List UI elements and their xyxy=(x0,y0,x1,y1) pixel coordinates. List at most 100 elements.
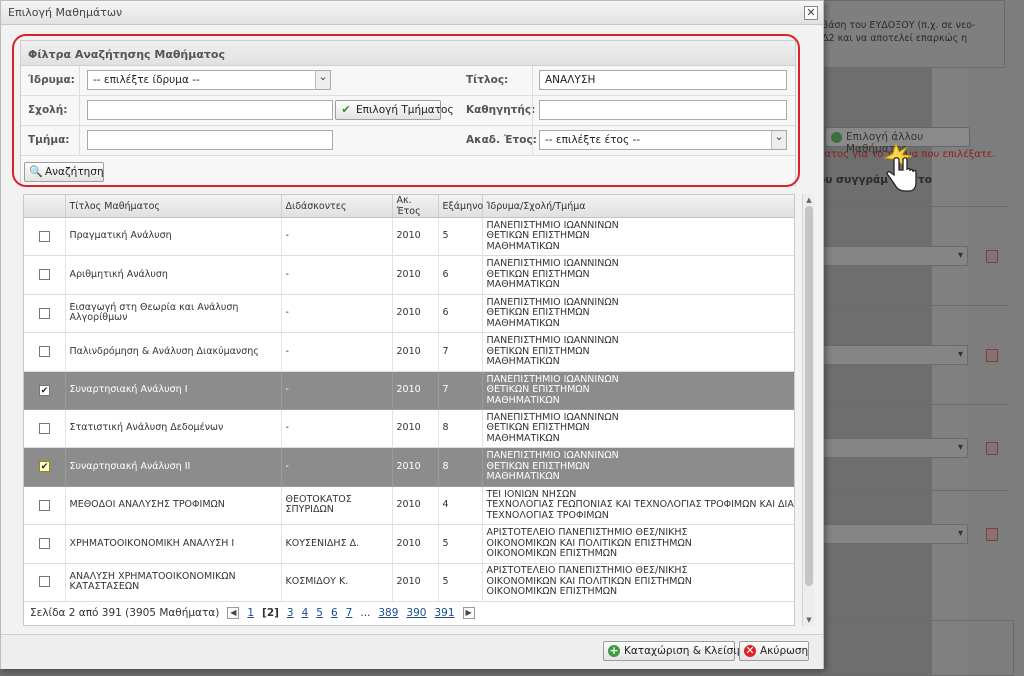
delete-icon[interactable] xyxy=(986,528,998,541)
divider xyxy=(532,126,533,156)
course-institution: ΠΑΝΕΠΙΣΤΗΜΙΟ ΙΩΑΝΝΙΝΩΝ ΘΕΤΙΚΩΝ ΕΠΙΣΤΗΜΩΝ Μ… xyxy=(482,332,794,372)
course-title: Παλινδρόμηση & Ανάλυση Διακύμανσης xyxy=(65,332,282,372)
course-teachers: - xyxy=(281,255,393,295)
row-select-cell xyxy=(24,524,66,564)
table-row[interactable]: Αριθμητική Ανάλυση -2010 6 ΠΑΝΕΠΙΣΤΗΜΙΟ ΙΩΑ… xyxy=(24,255,794,295)
table-row[interactable]: ✔ Συναρτησιακή Ανάλυση ΙΙ -2010 8 ΠΑΝΕΠΙΣΤΗΜ… xyxy=(24,447,794,487)
header-teachers[interactable]: Διδάσκοντες xyxy=(281,195,393,218)
row-checkbox[interactable] xyxy=(39,499,50,511)
search-icon: 🔍 xyxy=(29,165,43,178)
professor-label: Καθηγητής: xyxy=(466,104,536,116)
background-row-divider xyxy=(818,404,1008,405)
row-checkbox[interactable] xyxy=(39,538,50,550)
delete-icon[interactable] xyxy=(986,250,998,263)
table-row[interactable]: Παλινδρόμηση & Ανάλυση Διακύμανσης -2010 7… xyxy=(24,332,794,372)
table-row[interactable]: Στατιστική Ανάλυση Δεδομένων -2010 8 ΠΑΝΕΠΙ… xyxy=(24,409,794,449)
background-info-line-2: Δ2 και να αποτελεί επαρκώς η xyxy=(822,33,968,44)
row-checkbox[interactable] xyxy=(39,307,50,319)
row-checkbox[interactable] xyxy=(39,346,50,358)
institution-select[interactable]: -- επιλέξτε ίδρυμα -- xyxy=(87,70,331,90)
table-row[interactable]: ✔ Συναρτησιακή Ανάλυση Ι -2010 7 ΠΑΝΕΠΙΣΤΗΜΙ… xyxy=(24,371,794,410)
institution-line: ΟΙΚΟΝΟΜΙΚΩΝ ΕΠΙΣΤΗΜΩΝ xyxy=(486,586,618,598)
course-institution: ΑΡΙΣΤΟΤΕΛΕΙΟ ΠΑΝΕΠΙΣΤΗΜΙΟ ΘΕΣ/ΝΙΚΗΣ ΟΙΚΟΝ… xyxy=(482,524,794,564)
row-select-cell xyxy=(24,486,66,526)
scroll-up-icon[interactable]: ▲ xyxy=(804,195,814,205)
row-checkbox[interactable] xyxy=(39,269,50,281)
dialog-footer: + Καταχώριση & Κλείσιμο ✕ Ακύρωση xyxy=(1,635,823,669)
scrollbar-thumb[interactable] xyxy=(805,206,813,586)
select-department-button[interactable]: ✔ Επιλογή Τμήματος xyxy=(335,100,454,120)
row-select-cell xyxy=(24,255,66,295)
course-year: 2010 xyxy=(392,294,439,334)
institution-line: ΜΑΘΗΜΑΤΙΚΩΝ xyxy=(486,317,560,329)
page-link[interactable]: 391 xyxy=(434,607,454,619)
delete-icon[interactable] xyxy=(986,442,998,455)
course-year: 2010 xyxy=(392,332,439,372)
dialog-titlebar[interactable]: Επιλογή Μαθημάτων ✕ xyxy=(1,1,823,25)
course-year: 2010 xyxy=(392,217,439,257)
school-input[interactable] xyxy=(87,100,333,120)
background-select[interactable] xyxy=(818,524,968,544)
course-year: 2010 xyxy=(392,409,439,449)
header-academic-year[interactable]: Ακ. Έτος xyxy=(392,195,439,218)
search-button[interactable]: 🔍 Αναζήτηση xyxy=(24,162,104,182)
course-semester: 8 xyxy=(438,447,483,487)
page-link[interactable]: 4 xyxy=(302,607,309,619)
delete-icon[interactable] xyxy=(986,349,998,362)
page-link[interactable]: 390 xyxy=(406,607,426,619)
academic-year-select[interactable]: -- επιλέξτε έτος -- xyxy=(539,130,787,150)
header-institution[interactable]: Ίδρυμα/Σχολή/Τμήμα xyxy=(482,195,794,218)
page-link[interactable]: 1 xyxy=(247,607,254,619)
page-link[interactable]: 6 xyxy=(331,607,338,619)
row-checkbox[interactable]: ✔ xyxy=(39,384,50,396)
cancel-button[interactable]: ✕ Ακύρωση xyxy=(739,641,809,661)
row-select-cell: ✔ xyxy=(24,447,66,487)
row-checkbox[interactable] xyxy=(39,230,50,242)
page-link[interactable]: 5 xyxy=(316,607,323,619)
checkmark-icon: ✔ xyxy=(341,103,351,116)
department-input[interactable] xyxy=(87,130,333,150)
row-select-cell xyxy=(24,409,66,449)
background-info-box: βάση του ΕΥΔΟΞΟΥ (π.χ. σε νεο- Δ2 και να… xyxy=(815,0,1005,68)
course-teachers: - xyxy=(281,217,393,257)
institution-line: ΜΑΘΗΜΑΤΙΚΩΝ xyxy=(486,356,560,368)
professor-input[interactable] xyxy=(539,100,787,120)
page-link[interactable]: 3 xyxy=(287,607,294,619)
course-semester: 5 xyxy=(438,563,483,602)
course-title: Πραγματική Ανάλυση xyxy=(65,217,282,257)
title-input[interactable]: ΑΝΑΛΥΣΗ xyxy=(539,70,787,90)
prev-page-icon[interactable]: ◀ xyxy=(227,607,240,619)
background-select[interactable] xyxy=(818,438,968,458)
next-page-icon[interactable]: ▶ xyxy=(462,607,475,619)
table-scrollbar[interactable]: ▲ ▼ xyxy=(802,194,814,626)
academic-year-select-value: -- επιλέξτε έτος -- xyxy=(545,134,641,146)
divider xyxy=(532,66,533,96)
search-button-label: Αναζήτηση xyxy=(45,166,104,178)
course-teachers: ΘΕΟΤΟΚΑΤΟΣ ΣΠΥΡΙΔΩΝ xyxy=(281,486,393,526)
table-row[interactable]: ΑΝΑΛΥΣΗ ΧΡΗΜΑΤΟΟΙΚΟΝΟΜΙΚΩΝ ΚΑΤΑΣΤΑΣΕΩΝ ΚΟ… xyxy=(24,563,794,602)
page-link[interactable]: 389 xyxy=(378,607,398,619)
page-link[interactable]: 7 xyxy=(346,607,353,619)
header-course-title[interactable]: Τίτλος Μαθήματος xyxy=(65,195,282,218)
table-row[interactable]: ΜΕΘΟΔΟΙ ΑΝΑΛΥΣΗΣ ΤΡΟΦΙΜΩΝ ΘΕΟΤΟΚΑΤΟΣ ΣΠΥΡ… xyxy=(24,486,794,526)
row-select-cell xyxy=(24,563,66,602)
course-institution: ΠΑΝΕΠΙΣΤΗΜΙΟ ΙΩΑΝΝΙΝΩΝ ΘΕΤΙΚΩΝ ΕΠΙΣΤΗΜΩΝ Μ… xyxy=(482,294,794,334)
course-title: Εισαγωγή στη Θεωρία και Ανάλυση Αλγορίθμ… xyxy=(65,294,282,334)
row-checkbox[interactable] xyxy=(39,576,50,588)
row-checkbox[interactable]: ✔ xyxy=(39,461,50,473)
course-institution: ΠΑΝΕΠΙΣΤΗΜΙΟ ΙΩΑΝΝΙΝΩΝ ΘΕΤΙΚΩΝ ΕΠΙΣΤΗΜΩΝ Μ… xyxy=(482,217,794,257)
background-select[interactable] xyxy=(818,345,968,365)
table-row[interactable]: ΧΡΗΜΑΤΟΟΙΚΟΝΟΜΙΚΗ ΑΝΑΛΥΣΗ Ι ΚΟΥΣΕΝΙΔΗΣ Δ.… xyxy=(24,524,794,564)
close-icon[interactable]: ✕ xyxy=(804,6,818,20)
background-page-column xyxy=(968,0,1024,676)
table-row[interactable]: Εισαγωγή στη Θεωρία και Ανάλυση Αλγορίθμ… xyxy=(24,294,794,334)
save-and-close-button[interactable]: + Καταχώριση & Κλείσιμο xyxy=(603,641,750,661)
divider xyxy=(79,96,80,126)
row-select-cell: ✔ xyxy=(24,371,66,410)
row-checkbox[interactable] xyxy=(39,422,50,434)
course-institution: ΑΡΙΣΤΟΤΕΛΕΙΟ ΠΑΝΕΠΙΣΤΗΜΙΟ ΘΕΣ/ΝΙΚΗΣ ΟΙΚΟΝ… xyxy=(482,563,794,602)
background-select[interactable] xyxy=(818,246,968,266)
header-semester[interactable]: Εξάμηνο xyxy=(438,195,483,218)
scroll-down-icon[interactable]: ▼ xyxy=(804,615,814,625)
table-row[interactable]: Πραγματική Ανάλυση -2010 5 ΠΑΝΕΠΙΣΤΗΜΙΟ ΙΩΑ… xyxy=(24,217,794,257)
